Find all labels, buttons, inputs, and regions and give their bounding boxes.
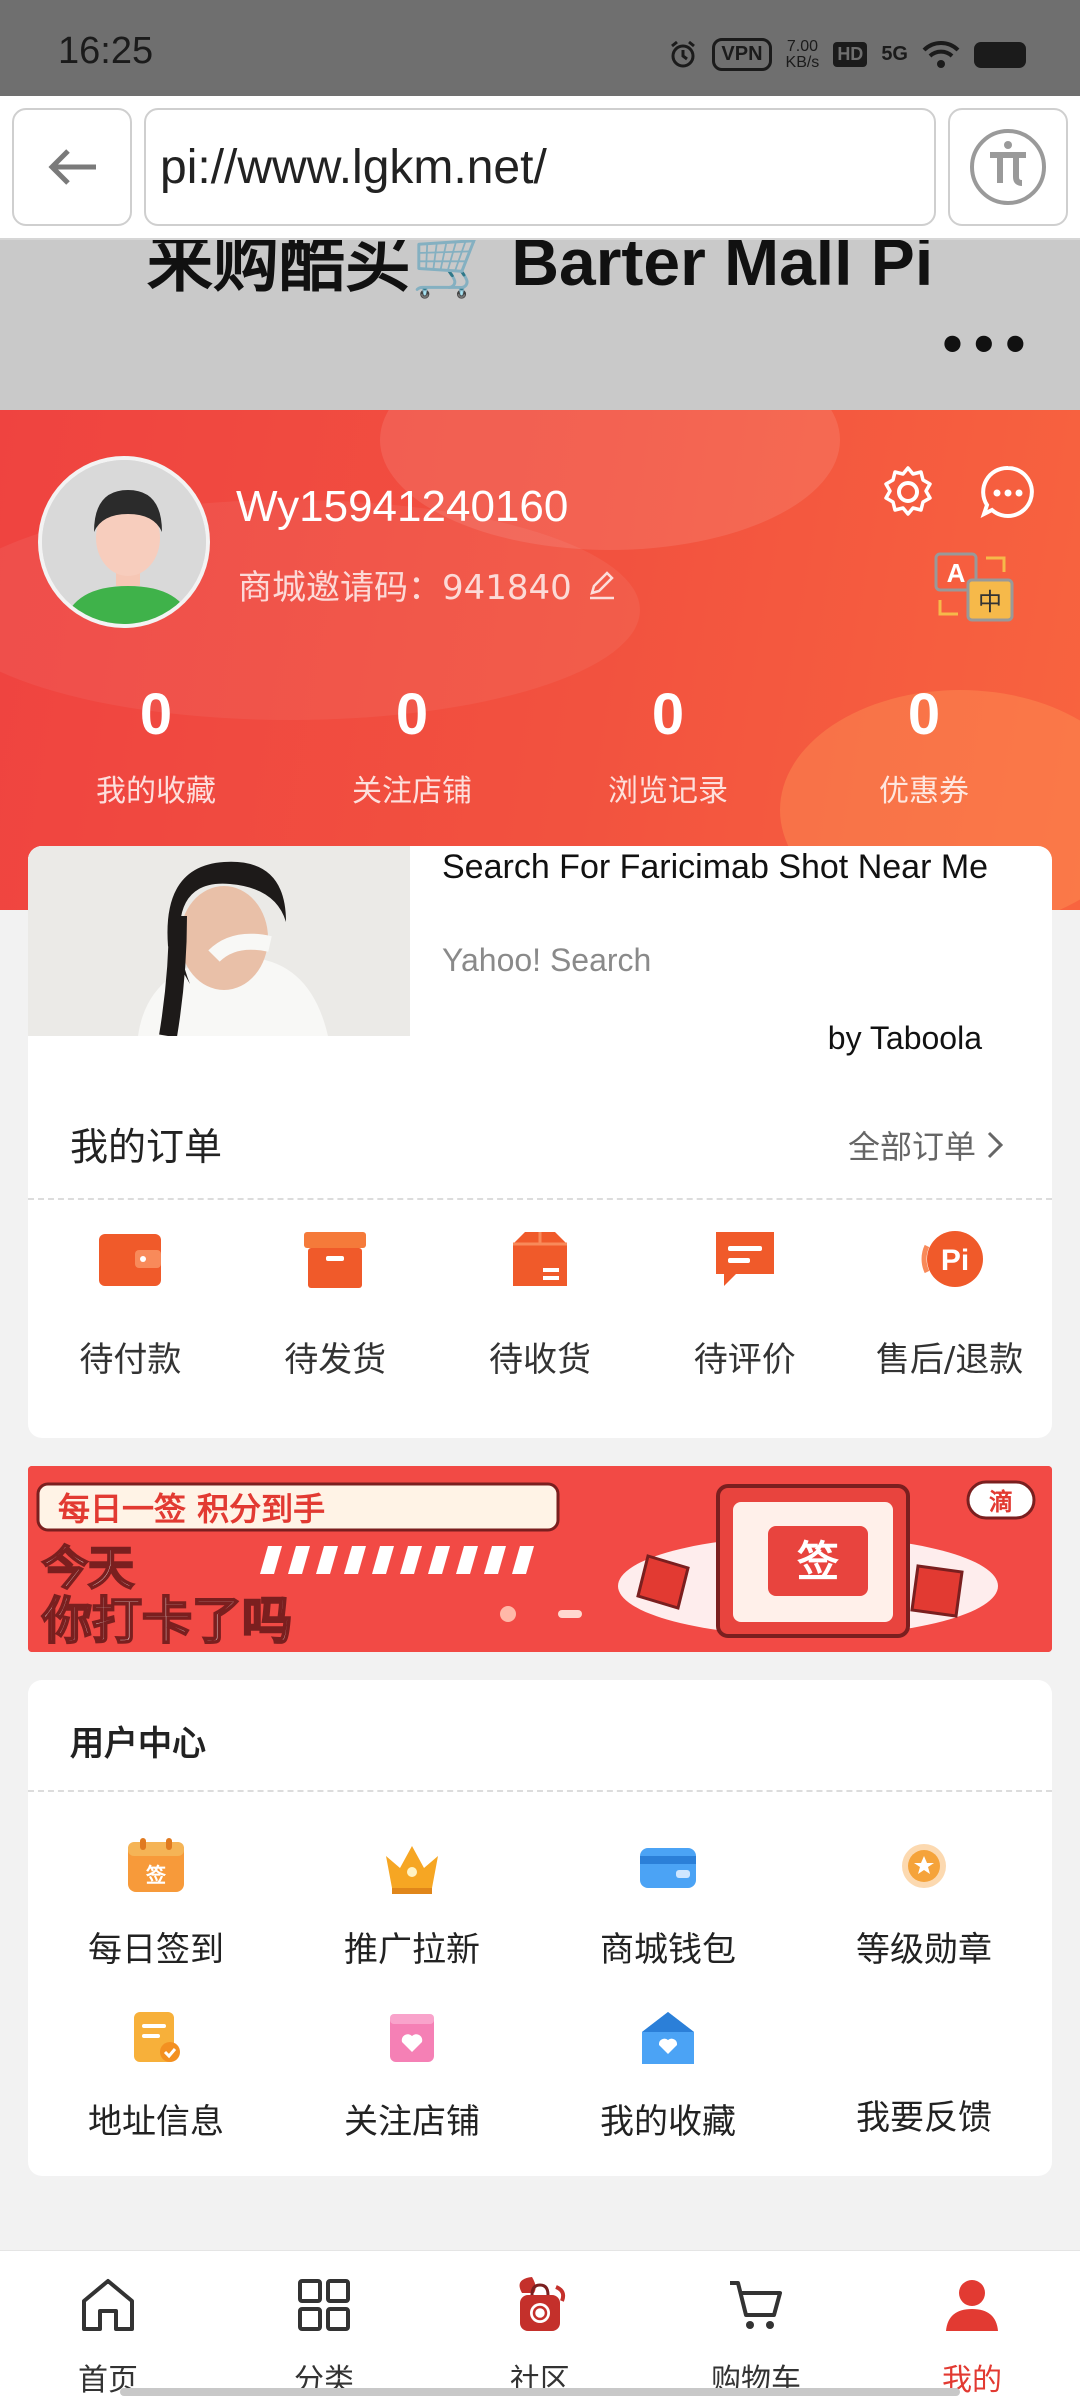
back-button[interactable]: [12, 108, 132, 226]
vpn-badge: VPN: [712, 38, 772, 71]
wallet-icon: [99, 1234, 162, 1286]
orders-card: Search For Faricimab Shot Near Me Yahoo!…: [28, 846, 1052, 1438]
arrow-left-icon: [48, 149, 96, 185]
address-icon: [134, 2012, 180, 2062]
order-pending-receipt[interactable]: 待收货: [438, 1226, 643, 1381]
cart-icon: [730, 2281, 782, 2329]
nav-community[interactable]: 社区: [432, 2251, 648, 2400]
svg-text:Pi: Pi: [940, 1244, 968, 1277]
box-icon: [304, 1232, 367, 1288]
nav-mine[interactable]: 我的: [864, 2251, 1080, 2400]
alarm-icon: [671, 40, 696, 67]
user-center-title: 用户中心: [70, 1724, 206, 1764]
order-pending-review[interactable]: 待评价: [642, 1226, 847, 1381]
home-indicator[interactable]: [120, 2388, 960, 2396]
bottom-nav: 首页 分类 社区 购物车 我的: [0, 2250, 1080, 2400]
more-menu-button[interactable]: •••: [938, 318, 1032, 372]
banner-line1: 每日一签 积分到手: [58, 1490, 325, 1528]
order-pending-shipment[interactable]: 待发货: [233, 1226, 438, 1381]
nav-home[interactable]: 首页: [0, 2251, 216, 2400]
hd-badge: HD: [833, 42, 868, 67]
browser-bar: pi://www.lgkm.net/: [0, 96, 1080, 240]
message-icon[interactable]: [978, 462, 1038, 522]
mall-wallet[interactable]: 商城钱包: [540, 1836, 796, 2008]
house-heart-icon: [642, 2012, 694, 2064]
user-center-grid: 签 每日签到 推广拉新 商城钱包 等级勋章 地址信息 关注店铺 我的收藏 我要反…: [28, 1836, 1052, 2176]
battery-icon: [974, 41, 1026, 68]
pi-refund-icon: Pi: [921, 1231, 983, 1287]
daily-checkin[interactable]: 签 每日签到: [28, 1836, 284, 2008]
home-icon: [82, 2279, 134, 2331]
wifi-icon: [922, 40, 960, 68]
stat-coupons[interactable]: 0 优惠券: [796, 680, 1052, 810]
ad-provider[interactable]: by Taboola: [828, 1020, 982, 1057]
crown-icon: [386, 1846, 438, 1894]
settings-gear-icon[interactable]: [878, 462, 938, 522]
status-icons: VPN 7.00 KB/s HD 5G: [668, 38, 1026, 71]
checkin-banner-art: 每日一签 积分到手 今天 你打卡了吗 签 滴: [28, 1466, 1052, 1652]
username: Wy15941240160: [236, 482, 569, 531]
ad-photo-icon: [28, 846, 410, 1036]
status-bar: 16:25 VPN 7.00 KB/s HD 5G: [0, 0, 1080, 96]
banner-line3: 你打卡了吗: [41, 1592, 292, 1650]
address-info[interactable]: 地址信息: [28, 2008, 284, 2176]
edit-icon[interactable]: [586, 569, 618, 601]
store-heart-icon: [390, 2014, 434, 2062]
profile-stats: 0 我的收藏 0 关注店铺 0 浏览记录 0 优惠券: [0, 680, 1080, 810]
grid-icon: [298, 2279, 350, 2331]
banner-tag: 滴: [989, 1488, 1013, 1516]
followed-stores[interactable]: 关注店铺: [284, 2008, 540, 2176]
page-title: 来购酷买🛒 Barter Mall Pi: [146, 240, 934, 299]
person-icon: [946, 2280, 998, 2331]
order-status-row: 待付款 待发货 待收货 待评价 Pi 售后/退款: [28, 1226, 1052, 1381]
stat-favorites[interactable]: 0 我的收藏: [28, 680, 284, 810]
feedback[interactable]: 我要反馈: [796, 2008, 1052, 2176]
invite-code-row: 商城邀请码：941840: [238, 560, 618, 609]
orders-header: 我的订单 全部订单: [28, 1086, 1052, 1200]
banner-line2: 今天: [42, 1541, 134, 1595]
url-text: pi://www.lgkm.net/: [160, 140, 547, 194]
url-field[interactable]: pi://www.lgkm.net/: [144, 108, 936, 226]
svg-text:中: 中: [978, 588, 1002, 616]
profile-header: Wy15941240160 商城邀请码：941840 A中 0 我的收藏 0 关注店…: [0, 410, 1080, 910]
user-center-card: 用户中心 签 每日签到 推广拉新 商城钱包 等级勋章 地址信息 关注店铺 我的收…: [28, 1680, 1052, 2176]
ad-title[interactable]: Search For Faricimab Shot Near Me: [442, 846, 1002, 888]
orders-title: 我的订单: [70, 1125, 223, 1169]
stat-followed-stores[interactable]: 0 关注店铺: [284, 680, 540, 810]
nav-category[interactable]: 分类: [216, 2251, 432, 2400]
pi-logo-icon: [970, 129, 1046, 205]
banner-seal: 签: [797, 1537, 839, 1586]
wallet-card-icon: [640, 1848, 696, 1888]
package-icon: [512, 1232, 567, 1286]
status-time: 16:25: [58, 30, 154, 72]
checkin-banner[interactable]: 每日一签 积分到手 今天 你打卡了吗 签 滴: [28, 1466, 1052, 1652]
medal-icon: [902, 1844, 946, 1888]
stat-history[interactable]: 0 浏览记录: [540, 680, 796, 810]
chevron-right-icon: [987, 1131, 1004, 1159]
pi-browser-button[interactable]: [948, 108, 1068, 226]
my-favorites[interactable]: 我的收藏: [540, 2008, 796, 2176]
dragon-bag-icon: [519, 2277, 566, 2331]
signal-5g-icon: 5G: [881, 43, 908, 65]
order-after-sales[interactable]: Pi 售后/退款: [847, 1226, 1052, 1381]
feedback-icon: [892, 2008, 956, 2068]
all-orders-link[interactable]: 全部订单: [848, 1122, 1004, 1168]
net-speed: 7.00 KB/s: [785, 37, 820, 71]
ad-source: Yahoo! Search: [442, 942, 652, 978]
svg-text:签: 签: [145, 1863, 167, 1887]
invite-label: 商城邀请码：941840: [238, 568, 572, 608]
calendar-sign-icon: 签: [128, 1838, 184, 1892]
order-pending-payment[interactable]: 待付款: [28, 1226, 233, 1381]
ad-image[interactable]: [28, 846, 410, 1036]
level-badge[interactable]: 等级勋章: [796, 1836, 1052, 2008]
translate-icon[interactable]: A中: [932, 550, 1020, 626]
nav-cart[interactable]: 购物车: [648, 2251, 864, 2400]
referral-promo[interactable]: 推广拉新: [284, 1836, 540, 2008]
avatar-person-icon: [42, 460, 206, 624]
page-title-bar: 来购酷买🛒 Barter Mall Pi •••: [0, 240, 1080, 410]
avatar[interactable]: [38, 456, 210, 628]
comment-icon: [715, 1232, 774, 1286]
svg-text:A: A: [947, 558, 966, 588]
